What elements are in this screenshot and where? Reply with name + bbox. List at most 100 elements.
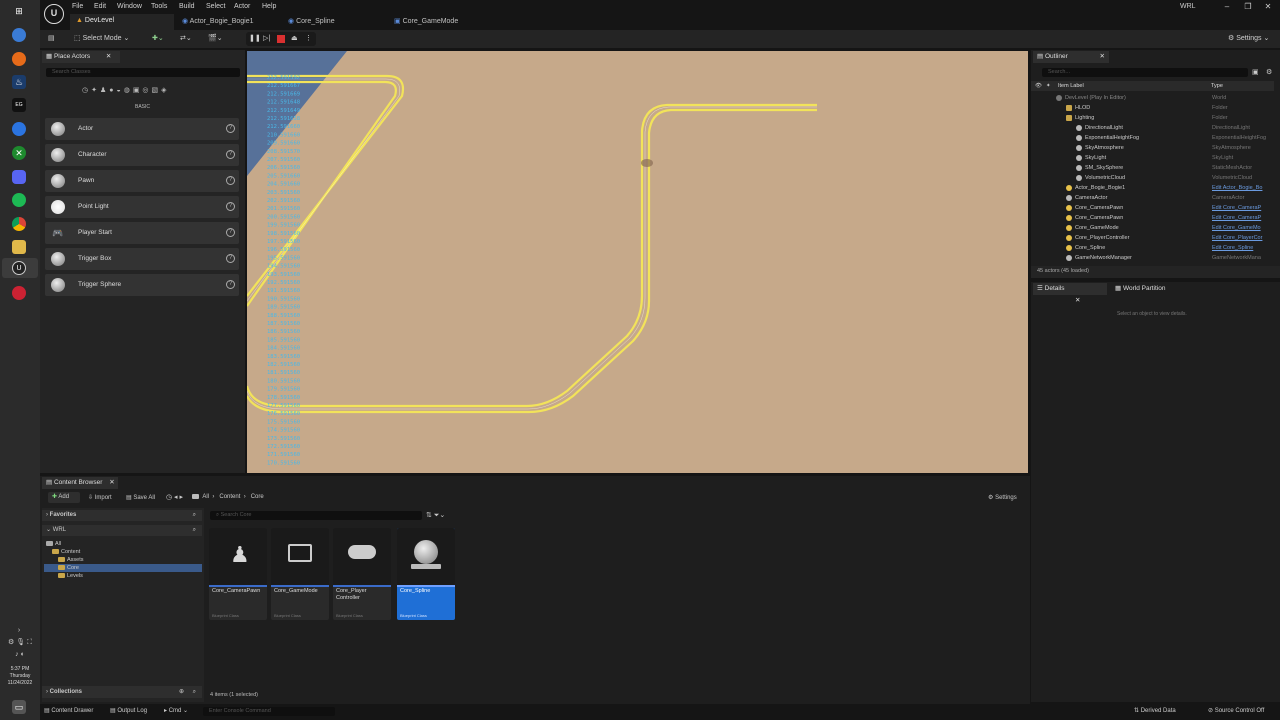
outliner-item-type[interactable]: Edit Core_GameMo [1212,223,1261,233]
outliner-row[interactable]: CameraActor CameraActor [1031,193,1274,203]
import-button[interactable]: ⇩ Import [88,494,112,501]
filter-icons[interactable]: ⇅ ⏷⌄ [426,511,445,520]
outliner-row[interactable]: SM_SkySphere StaticMeshActor [1031,163,1274,173]
tab-core-gamemode[interactable]: ▣ Core_GameMode [388,14,492,30]
outliner-row[interactable]: Core_PlayerController Edit Core_PlayerCor [1031,233,1274,243]
add-folder-icon[interactable]: ▣ [1252,68,1259,76]
tree-item-levels[interactable]: Levels [58,572,202,580]
level-viewport[interactable]: 212.591592 212.591667 212.591669 212.591648… [247,51,1028,473]
outliner-settings-icon[interactable]: ⚙ [1266,68,1272,76]
tab-core-spline[interactable]: ◉ Core_Spline [282,14,386,30]
menu-edit[interactable]: Edit [94,3,106,10]
volume-icon[interactable]: ♪ ◐ [4,648,36,662]
tab-outliner[interactable]: ▤ Outliner ✕ [1033,51,1109,63]
actor-item-trigger-sphere[interactable]: Trigger Sphere ? [45,274,239,296]
favorites-section[interactable]: › Favorites ⌕ [42,510,202,521]
outliner-item-type[interactable]: Edit Actor_Bogie_Bo [1212,183,1262,193]
add-collection-icon[interactable]: ⊕ [179,686,184,698]
outliner-item-type[interactable]: Edit Core_PlayerCor [1212,233,1262,243]
column-item-label[interactable]: Item Label [1058,81,1084,91]
outliner-item-type[interactable]: Edit Core_CameraP [1212,213,1261,223]
source-control-button[interactable]: ⊘ Source Control Off [1208,707,1264,714]
pin-icon[interactable]: ✦ [1046,81,1051,91]
discord-icon[interactable] [12,170,26,184]
help-icon[interactable]: ? [226,228,235,237]
steam-icon[interactable]: ♨ [12,75,26,89]
menu-tools[interactable]: Tools [151,3,167,10]
maximize-icon[interactable]: ❐ [1240,2,1256,11]
unreal-logo-icon[interactable]: U [44,4,64,24]
actor-item-character[interactable]: Character ? [45,144,239,166]
breadcrumb-content[interactable]: Content [219,494,240,500]
file-explorer-icon[interactable] [12,240,26,254]
actor-item-actor[interactable]: Actor ? [45,118,239,140]
search-classes-input[interactable]: Search Classes [46,68,240,77]
more-options-icon[interactable]: ⋮ [305,33,312,45]
help-icon[interactable]: ? [226,150,235,159]
recorder-icon[interactable] [12,286,26,300]
close-icon[interactable]: ✕ [109,479,114,486]
menu-select[interactable]: Select [206,3,225,10]
outliner-row[interactable]: DirectionalLight DirectionalLight [1031,123,1274,133]
spotify-icon[interactable] [12,193,26,207]
tab-details[interactable]: ☰ Details ✕ [1033,283,1107,304]
collections-section[interactable]: › Collections ⊕ ⌕ [42,686,202,698]
tab-world-partition[interactable]: ▦ World Partition [1111,283,1181,295]
settings-button[interactable]: ⚙ Settings ⌄ [1228,33,1269,45]
tab-actor-bogie[interactable]: ◉ Actor_Bogie_Bogie1 [176,14,280,30]
output-log-button[interactable]: ▤ Output Log [110,707,147,714]
asset-core-player-controller[interactable]: Core_Player Controller Blueprint Class [333,528,391,620]
search-icon[interactable]: ⌕ [193,525,196,536]
select-mode-dropdown[interactable]: ⬚ Select Mode ⌄ [74,33,134,45]
help-icon[interactable]: ? [226,202,235,211]
visibility-icon[interactable]: 👁 [1035,81,1042,91]
outliner-row[interactable]: VolumetricCloud VolumetricCloud [1031,173,1274,183]
actor-item-player-start[interactable]: 🎮 Player Start ? [45,222,239,244]
menu-window[interactable]: Window [117,3,142,10]
help-icon[interactable]: ? [226,280,235,289]
project-section[interactable]: ⌄ WRL ⌕ [42,525,202,536]
minimize-icon[interactable]: – [1219,2,1235,11]
outliner-search-input[interactable]: Search... [1042,68,1248,77]
outliner-row[interactable]: HLOD Folder [1031,103,1274,113]
windows-start-icon[interactable]: ⊞ [12,4,26,18]
console-command-input[interactable]: Enter Console Command [203,707,335,716]
actor-item-point-light[interactable]: Point Light ? [45,196,239,218]
outliner-row[interactable]: ExponentialHeightFog ExponentialHeightFog [1031,133,1274,143]
content-drawer-button[interactable]: ▤ Content Drawer [44,707,93,714]
close-icon[interactable]: ✕ [1100,53,1105,60]
tree-item-assets[interactable]: Assets [58,556,202,564]
tree-item-all[interactable]: All [46,540,202,548]
asset-core-gamemode[interactable]: Core_GameMode Blueprint Class [271,528,329,620]
menu-actor[interactable]: Actor [234,3,250,10]
search-icon[interactable]: ⌕ [193,510,196,521]
asset-search-input[interactable]: ⌕ Search Core [210,511,422,520]
save-icon[interactable]: ▤ [48,33,55,45]
outliner-row[interactable]: SkyAtmosphere SkyAtmosphere [1031,143,1274,153]
tab-place-actors[interactable]: ▦ Place Actors ✕ [42,51,120,63]
tree-item-content[interactable]: Content [52,548,202,556]
column-type[interactable]: Type [1211,81,1223,91]
close-icon[interactable]: ✕ [106,53,111,60]
help-icon[interactable]: ? [226,176,235,185]
add-content-icon[interactable]: ✚⌄ [152,33,164,45]
search-app-icon[interactable] [12,28,26,42]
cmd-dropdown[interactable]: ▸ Cmd ⌄ [164,707,188,714]
save-all-button[interactable]: ▤ Save All [126,494,155,501]
chrome-icon[interactable] [12,217,26,231]
asset-core-spline[interactable]: Core_Spline Blueprint Class [397,528,455,620]
menu-build[interactable]: Build [179,3,195,10]
outliner-row[interactable]: GameNetworkManager GameNetworkMana [1031,253,1274,263]
help-icon[interactable]: ? [226,124,235,133]
menu-file[interactable]: File [72,3,83,10]
outliner-row[interactable]: Core_Spline Edit Core_Spline [1031,243,1274,253]
pause-icon[interactable]: ❚❚ [249,33,261,45]
help-icon[interactable]: ? [226,254,235,263]
search-icon[interactable]: ⌕ [193,686,196,698]
breadcrumb-all[interactable]: All [202,494,209,500]
outliner-row[interactable]: Core_CameraPawn Edit Core_CameraP [1031,203,1274,213]
outliner-row[interactable]: DevLevel (Play In Editor) World [1031,93,1274,103]
step-icon[interactable]: ▷| [263,33,270,45]
actor-item-trigger-box[interactable]: Trigger Box ? [45,248,239,270]
asset-core-camerapawn[interactable]: ♟ Core_CameraPawn Blueprint Class [209,528,267,620]
